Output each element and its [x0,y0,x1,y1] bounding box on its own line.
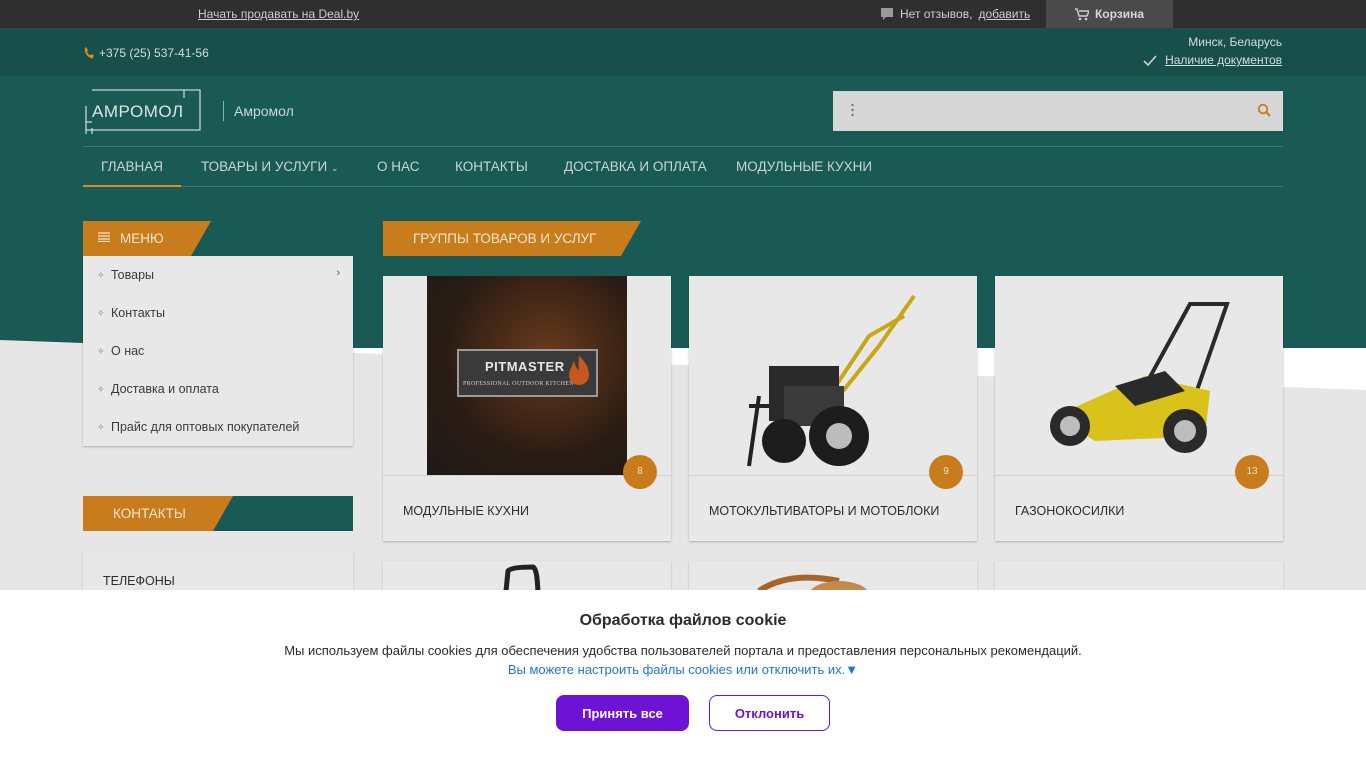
accept-all-button[interactable]: Принять все [556,695,689,731]
cookie-banner: Обработка файлов cookie Мы используем фа… [0,590,1366,768]
cart-icon [1074,7,1089,20]
cookie-text: Мы используем файлы cookies для обеспече… [284,643,1082,658]
decline-button[interactable]: Отклонить [709,695,830,731]
comment-icon [881,8,893,20]
category-name: МОДУЛЬНЫЕ КУХНИ [403,504,530,518]
sidebar-item-delivery[interactable]: ✧ Доставка и оплата [83,370,353,408]
check-icon [1143,54,1157,66]
cookie-title: Обработка файлов cookie [579,612,787,629]
cultivator-image [747,294,916,467]
brand-name: Амромол [234,103,294,119]
location-text: Минск, Беларусь [1188,35,1282,49]
bullet-icon: ✧ [97,270,105,280]
phone-text: +375 (25) 537-41-56 [99,46,209,60]
category-image: PITMASTER PROFESSIONAL OUTDOOR KITCHEN [383,276,671,476]
pitmaster-logo-text: PITMASTER [485,359,565,374]
bullet-icon: ✧ [97,308,105,318]
lawnmower-image [1050,302,1230,453]
category-card-mowers[interactable]: 13 ГАЗОНОКОСИЛКИ [995,276,1283,541]
search-input[interactable] [833,91,1283,131]
menu-header: МЕНЮ [83,221,353,256]
nav-item-kitchens[interactable]: МОДУЛЬНЫЕ КУХНИ [736,147,872,187]
bullet-icon: ✧ [97,422,105,432]
brand-divider [223,101,224,121]
cart-button[interactable]: Корзина [1046,0,1173,28]
cookie-settings-link[interactable]: Вы можете настроить файлы cookies или от… [0,662,1366,677]
category-card-kitchens[interactable]: PITMASTER PROFESSIONAL OUTDOOR KITCHEN 8… [383,276,671,541]
category-name: ГАЗОНОКОСИЛКИ [1015,504,1125,518]
start-selling-link[interactable]: Начать продавать на Deal.by [198,7,359,21]
cart-label: Корзина [1094,7,1145,21]
sidebar-item-wholesale-price[interactable]: ✧ Прайс для оптовых покупателей [83,408,353,446]
sidebar-item-label: Прайс для оптовых покупателей [111,420,300,434]
category-name: МОТОКУЛЬТИВАТОРЫ И МОТОБЛОКИ [709,504,940,518]
contacts-title: КОНТАКТЫ [113,506,186,521]
count-badge: 13 [1235,455,1269,489]
groups-title: ГРУППЫ ТОВАРОВ И УСЛУГ [413,231,597,246]
reviews-info: Нет отзывов, добавить [880,7,1030,21]
pitmaster-plate: PITMASTER PROFESSIONAL OUTDOOR KITCHEN [457,349,598,397]
pitmaster-tagline: PROFESSIONAL OUTDOOR KITCHEN [463,381,574,387]
chevron-right-icon: › [336,267,340,279]
sidebar-item-label: Товары [111,268,154,282]
count-badge: 8 [623,455,657,489]
logo-text: АМРОМОЛ [92,102,184,121]
phone-icon [84,47,94,59]
count-badge: 9 [929,455,963,489]
reviews-text: Нет отзывов, [900,7,973,21]
nav-item-home[interactable]: ГЛАВНАЯ [83,147,181,187]
nav-item-contacts[interactable]: КОНТАКТЫ [455,147,528,187]
sidebar-item-label: Доставка и оплата [111,382,219,396]
nav-item-about[interactable]: О НАС [377,147,419,187]
nav-item-delivery[interactable]: ДОСТАВКА И ОПЛАТА [564,147,707,187]
documents-link[interactable]: Наличие документов [1143,53,1282,67]
bullet-icon: ✧ [97,346,105,356]
main-nav: ГЛАВНАЯ ТОВАРЫ И УСЛУГИ ⌄ О НАС КОНТАКТЫ… [83,146,1283,187]
search-icon[interactable] [1257,103,1271,117]
menu-list-icon [98,232,110,242]
top-bar: Начать продавать на Deal.by Нет отзывов,… [0,0,1366,28]
category-card-cultivators[interactable]: 9 МОТОКУЛЬТИВАТОРЫ И МОТОБЛОКИ [689,276,977,541]
chevron-down-icon: ⌄ [330,163,339,173]
sidebar-menu: ✧ Товары › ✧ Контакты ✧ О нас ✧ Доставка… [83,256,353,446]
nav-item-products[interactable]: ТОВАРЫ И УСЛУГИ ⌄ [201,147,339,187]
sidebar-item-contacts[interactable]: ✧ Контакты [83,294,353,332]
bullet-icon: ✧ [97,384,105,394]
pitmaster-image: PITMASTER PROFESSIONAL OUTDOOR KITCHEN [427,276,627,475]
phone-number[interactable]: +375 (25) 537-41-56 [84,46,209,60]
add-review-link[interactable]: добавить [978,7,1030,21]
documents-label: Наличие документов [1165,53,1282,67]
more-icon [851,103,854,117]
phones-title: ТЕЛЕФОНЫ [103,574,175,588]
sidebar-item-label: О нас [111,344,145,358]
contacts-header: КОНТАКТЫ [83,496,353,531]
category-image [995,276,1283,476]
sidebar-item-label: Контакты [111,306,165,320]
groups-header: ГРУППЫ ТОВАРОВ И УСЛУГ [383,221,641,256]
sidebar-item-products[interactable]: ✧ Товары › [83,256,353,294]
category-image [689,276,977,476]
menu-title: МЕНЮ [120,231,164,246]
sidebar-item-about[interactable]: ✧ О нас [83,332,353,370]
flame-icon [569,355,589,385]
